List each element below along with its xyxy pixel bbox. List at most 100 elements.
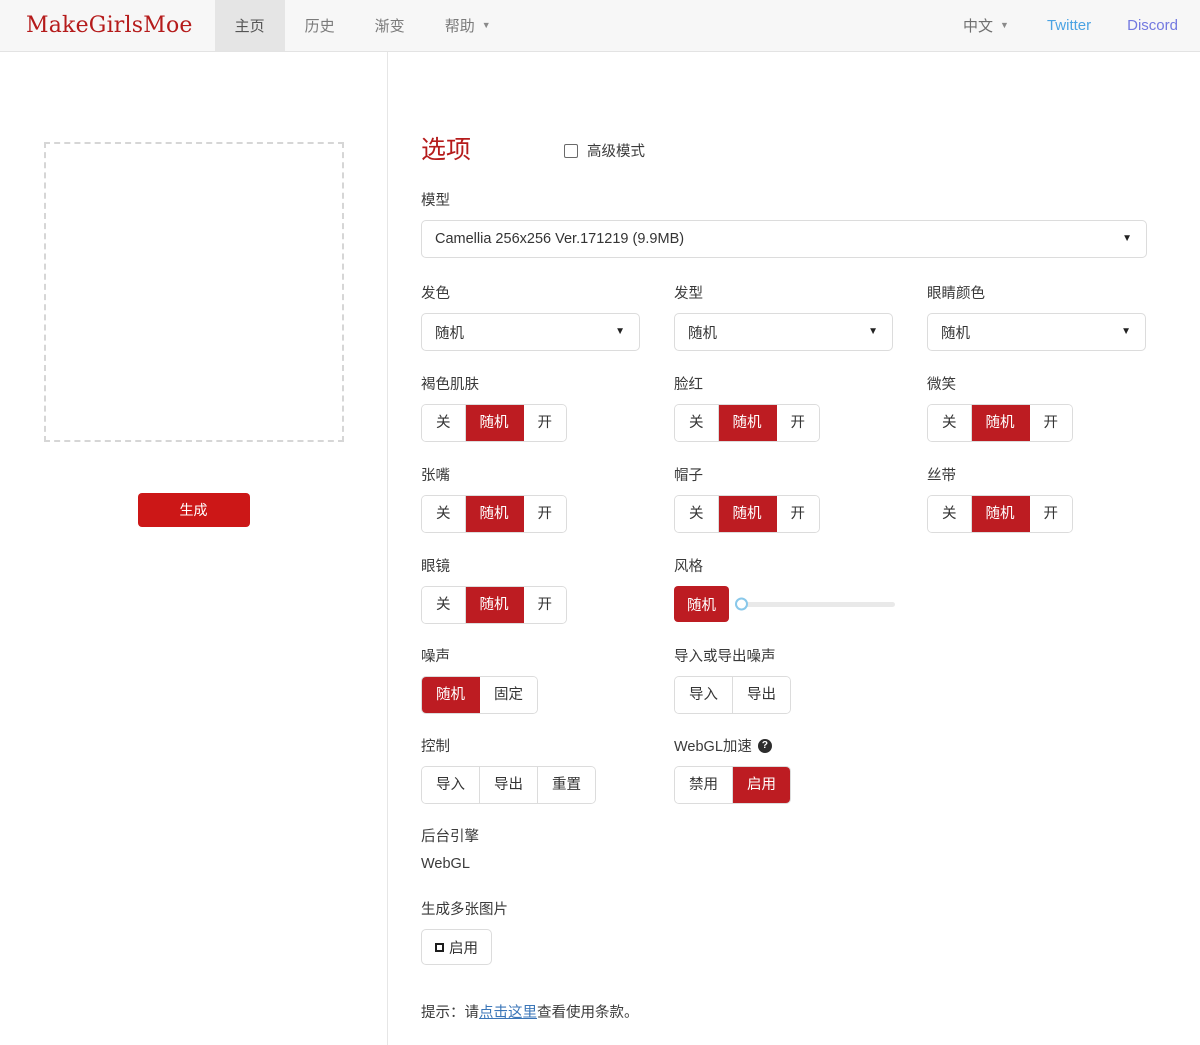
brand-logo[interactable]: MakeGirlsMoe <box>0 0 215 51</box>
noise-row: 噪声 随机 固定 导入或导出噪声 导入 导出 <box>421 645 1200 714</box>
ribbon-off[interactable]: 关 <box>928 496 972 532</box>
nav-item-history[interactable]: 历史 <box>285 0 355 51</box>
eye-color-field: 眼睛颜色 随机 ▼ <box>927 282 1180 351</box>
glasses-on[interactable]: 开 <box>524 587 567 623</box>
eye-color-label: 眼睛颜色 <box>927 282 1180 303</box>
hair-style-field: 发型 随机 ▼ <box>674 282 927 351</box>
open-mouth-field: 张嘴 关 随机 开 <box>421 464 674 533</box>
hair-style-label: 发型 <box>674 282 927 303</box>
open-mouth-label: 张嘴 <box>421 464 674 485</box>
webgl-label: WebGL加速 <box>674 735 752 756</box>
glasses-off[interactable]: 关 <box>422 587 466 623</box>
noise-label: 噪声 <box>421 645 674 666</box>
ribbon-on[interactable]: 开 <box>1030 496 1073 532</box>
nav-item-help-label: 帮助 <box>445 15 475 36</box>
dark-skin-button-group: 关 随机 开 <box>421 404 567 442</box>
open-mouth-random[interactable]: 随机 <box>466 496 524 532</box>
navbar: MakeGirlsMoe 主页 历史 渐变 帮助 ▼ 中文 ▼ Twitter … <box>0 0 1200 52</box>
twitter-link[interactable]: Twitter <box>1029 0 1109 51</box>
ribbon-label: 丝带 <box>927 464 1180 485</box>
blush-field: 脸红 关 随机 开 <box>674 373 927 442</box>
open-mouth-on[interactable]: 开 <box>524 496 567 532</box>
style-field: 风格 随机 <box>674 555 895 624</box>
webgl-field: WebGL加速 ? 禁用 启用 <box>674 735 791 804</box>
attributes-row-2: 张嘴 关 随机 开 帽子 关 随机 开 丝带 关 随机 <box>421 464 1200 533</box>
chevron-down-icon: ▼ <box>1000 21 1009 30</box>
webgl-label-wrap: WebGL加速 ? <box>674 735 791 756</box>
dark-skin-on[interactable]: 开 <box>524 405 567 441</box>
hat-label: 帽子 <box>674 464 927 485</box>
chevron-down-icon: ▼ <box>1121 327 1131 337</box>
language-selector[interactable]: 中文 ▼ <box>943 0 1029 51</box>
style-slider-handle[interactable] <box>735 598 748 611</box>
control-export-button[interactable]: 导出 <box>480 767 538 803</box>
noise-random[interactable]: 随机 <box>422 677 480 713</box>
ribbon-field: 丝带 关 随机 开 <box>927 464 1180 533</box>
advanced-mode-checkbox[interactable] <box>564 144 578 158</box>
control-field: 控制 导入 导出 重置 <box>421 735 674 804</box>
glasses-field: 眼镜 关 随机 开 <box>421 555 674 624</box>
noise-import-button[interactable]: 导入 <box>675 677 733 713</box>
options-header: 选项 高级模式 <box>421 138 1200 163</box>
terms-tip: 提示：请点击这里查看使用条款。 <box>421 1001 1200 1022</box>
control-webgl-row: 控制 导入 导出 重置 WebGL加速 ? 禁用 启用 <box>421 735 1200 804</box>
hair-color-value: 随机 <box>435 322 464 343</box>
noise-io-field: 导入或导出噪声 导入 导出 <box>674 645 791 714</box>
nav-item-gradient[interactable]: 渐变 <box>355 0 425 51</box>
smile-random[interactable]: 随机 <box>972 405 1030 441</box>
hair-style-select[interactable]: 随机 ▼ <box>674 313 893 351</box>
model-label: 模型 <box>421 189 1147 210</box>
stop-square-icon <box>435 943 444 952</box>
blush-off[interactable]: 关 <box>675 405 719 441</box>
noise-fixed[interactable]: 固定 <box>480 677 537 713</box>
hat-on[interactable]: 开 <box>777 496 820 532</box>
multi-image-enable-button[interactable]: 启用 <box>421 929 492 965</box>
smile-off[interactable]: 关 <box>928 405 972 441</box>
ribbon-random[interactable]: 随机 <box>972 496 1030 532</box>
control-label: 控制 <box>421 735 674 756</box>
glasses-random[interactable]: 随机 <box>466 587 524 623</box>
model-select[interactable]: Camellia 256x256 Ver.171219 (9.9MB) ▼ <box>421 220 1147 258</box>
webgl-button-group: 禁用 启用 <box>674 766 791 804</box>
nav-item-help[interactable]: 帮助 ▼ <box>425 0 511 51</box>
eye-color-select[interactable]: 随机 ▼ <box>927 313 1146 351</box>
blush-random[interactable]: 随机 <box>719 405 777 441</box>
attributes-row-1: 褐色肌肤 关 随机 开 脸红 关 随机 开 微笑 关 随机 <box>421 373 1200 442</box>
nav-item-home[interactable]: 主页 <box>215 0 285 51</box>
nav-item-history-label: 历史 <box>305 15 335 36</box>
advanced-mode-toggle[interactable]: 高级模式 <box>564 140 645 161</box>
smile-on[interactable]: 开 <box>1030 405 1073 441</box>
noise-io-label: 导入或导出噪声 <box>674 645 791 666</box>
page-content: 生成 选项 高级模式 模型 Camellia 256x256 Ver.17121… <box>0 52 1200 1045</box>
style-random-button[interactable]: 随机 <box>674 586 729 622</box>
noise-export-button[interactable]: 导出 <box>733 677 790 713</box>
style-slider[interactable] <box>735 595 895 613</box>
terms-link[interactable]: 点击这里 <box>479 1005 537 1021</box>
blush-on[interactable]: 开 <box>777 405 820 441</box>
nav-links: 主页 历史 渐变 帮助 ▼ <box>215 0 511 51</box>
style-slider-track <box>735 602 895 607</box>
chevron-down-icon: ▼ <box>615 327 625 337</box>
webgl-disable-button[interactable]: 禁用 <box>675 767 733 803</box>
smile-field: 微笑 关 随机 开 <box>927 373 1180 442</box>
hat-off[interactable]: 关 <box>675 496 719 532</box>
control-import-button[interactable]: 导入 <box>422 767 480 803</box>
hair-color-select[interactable]: 随机 ▼ <box>421 313 640 351</box>
webgl-enable-button[interactable]: 启用 <box>733 767 790 803</box>
control-reset-button[interactable]: 重置 <box>538 767 595 803</box>
help-icon[interactable]: ? <box>758 739 772 753</box>
generate-button[interactable]: 生成 <box>138 493 250 527</box>
style-controls: 随机 <box>674 586 895 622</box>
hat-button-group: 关 随机 开 <box>674 495 820 533</box>
dark-skin-off[interactable]: 关 <box>422 405 466 441</box>
hair-style-value: 随机 <box>688 322 717 343</box>
backend-value: WebGL <box>421 856 1200 872</box>
dark-skin-random[interactable]: 随机 <box>466 405 524 441</box>
multi-image-label: 生成多张图片 <box>421 898 1200 919</box>
backend-field: 后台引擎 WebGL <box>421 825 1200 872</box>
open-mouth-off[interactable]: 关 <box>422 496 466 532</box>
chevron-down-icon: ▼ <box>1122 234 1132 244</box>
discord-link[interactable]: Discord <box>1109 0 1200 51</box>
hat-random[interactable]: 随机 <box>719 496 777 532</box>
ribbon-button-group: 关 随机 开 <box>927 495 1073 533</box>
